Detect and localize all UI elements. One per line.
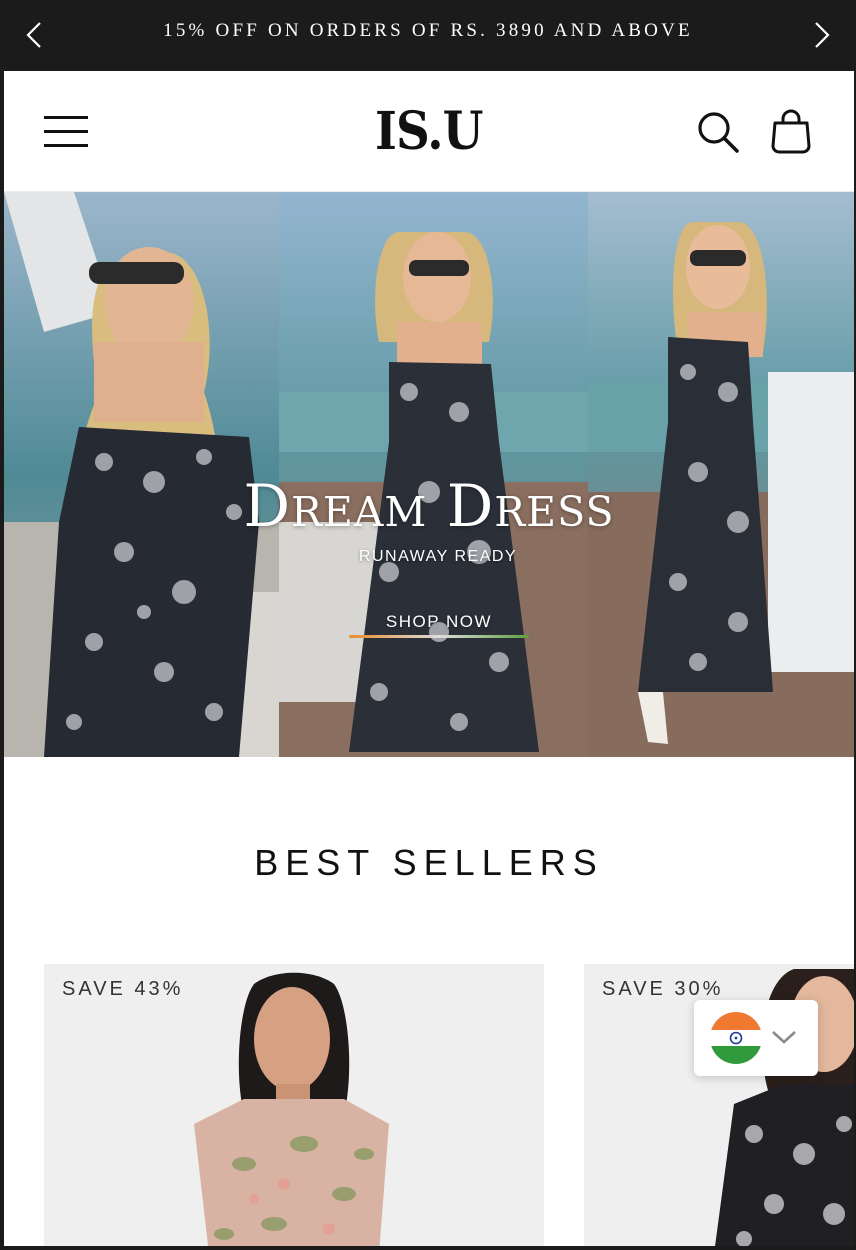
shop-now-label: SHOP NOW bbox=[385, 612, 493, 631]
announcement-text: 15% OFF ON ORDERS OF RS. 3890 AND ABOVE bbox=[163, 20, 693, 41]
country-selector[interactable] bbox=[694, 1000, 818, 1076]
product-image bbox=[44, 964, 544, 1246]
search-icon bbox=[698, 112, 739, 153]
shop-now-underline bbox=[349, 635, 529, 638]
site-header: IS.U bbox=[4, 71, 854, 192]
cart-button[interactable] bbox=[770, 108, 812, 154]
shopping-bag-icon bbox=[771, 109, 811, 154]
hero-subtitle: RUNAWAY READY bbox=[358, 548, 518, 565]
chevron-right-icon bbox=[815, 22, 830, 48]
discount-badge: SAVE 30% bbox=[602, 978, 724, 1000]
hero-banner[interactable]: Dream Dress RUNAWAY READY SHOP NOW bbox=[4, 192, 854, 757]
chevron-down-icon bbox=[772, 1031, 796, 1044]
discount-badge: SAVE 43% bbox=[62, 978, 184, 1000]
shop-now-link[interactable]: SHOP NOW bbox=[349, 612, 529, 638]
product-card[interactable]: SAVE 43% bbox=[44, 964, 544, 1246]
hero-title: Dream Dress bbox=[243, 472, 615, 540]
announcement-next-button[interactable] bbox=[808, 20, 834, 50]
announcement-bar: 15% OFF ON ORDERS OF RS. 3890 AND ABOVE bbox=[4, 0, 854, 71]
page: 15% OFF ON ORDERS OF RS. 3890 AND ABOVE … bbox=[4, 0, 854, 1246]
logo-text: IS.U bbox=[375, 101, 483, 162]
best-sellers-heading: BEST SELLERS bbox=[254, 842, 604, 883]
india-flag-icon bbox=[710, 1012, 762, 1064]
search-button[interactable] bbox=[697, 111, 739, 153]
